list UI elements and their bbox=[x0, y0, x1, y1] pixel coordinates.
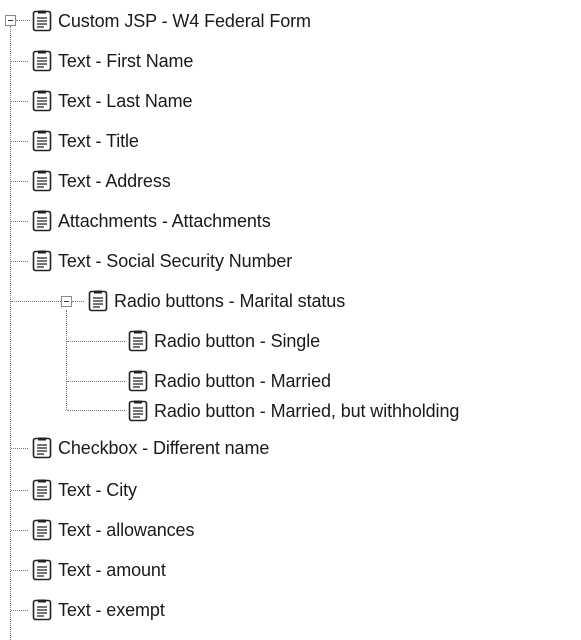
tree-connector bbox=[11, 221, 28, 222]
document-icon bbox=[128, 330, 148, 352]
tree-connector bbox=[72, 301, 84, 302]
document-icon bbox=[32, 437, 52, 459]
tree-node-label: Attachments - Attachments bbox=[58, 211, 271, 231]
tree-node-label: Text - Title bbox=[58, 131, 139, 151]
tree-connector bbox=[11, 141, 28, 142]
tree-connector bbox=[67, 341, 125, 342]
tree-connector bbox=[67, 381, 125, 382]
tree-connector bbox=[11, 101, 28, 102]
tree-connector bbox=[11, 181, 28, 182]
tree-node-radio-group[interactable]: Radio buttons - Marital status bbox=[88, 288, 345, 314]
tree-node-label: Text - City bbox=[58, 480, 137, 500]
tree-node[interactable]: Radio button - Married bbox=[128, 368, 331, 394]
tree-connector bbox=[11, 261, 28, 262]
tree-node[interactable]: Text - allowances bbox=[32, 517, 194, 543]
tree-node-label: Text - First Name bbox=[58, 51, 194, 71]
tree-node[interactable]: Checkbox - Different name bbox=[32, 435, 269, 461]
tree-node-label: Text - Social Security Number bbox=[58, 251, 293, 271]
tree-node-root[interactable]: Custom JSP - W4 Federal Form bbox=[32, 8, 311, 34]
tree-node-label: Text - amount bbox=[58, 560, 166, 580]
tree-connector bbox=[11, 530, 28, 531]
document-icon bbox=[32, 90, 52, 112]
document-icon bbox=[32, 599, 52, 621]
tree-node[interactable]: Text - exempt bbox=[32, 597, 165, 623]
tree-node-label: Text - allowances bbox=[58, 520, 195, 540]
tree-node[interactable]: Text - Title bbox=[32, 128, 139, 154]
tree-connector bbox=[11, 570, 28, 571]
tree-node[interactable]: Text - First Name bbox=[32, 48, 193, 74]
document-icon bbox=[32, 210, 52, 232]
tree-connector bbox=[10, 26, 11, 640]
tree-connector bbox=[11, 610, 28, 611]
tree-node-label: Custom JSP - W4 Federal Form bbox=[58, 11, 311, 31]
tree-node[interactable]: Text - City bbox=[32, 477, 137, 503]
tree-node-label: Radio button - Married, but withholding bbox=[154, 401, 460, 421]
tree-node[interactable]: Radio button - Single bbox=[128, 328, 320, 354]
document-icon bbox=[32, 170, 52, 192]
tree-node[interactable]: Attachments - Attachments bbox=[32, 208, 271, 234]
collapse-toggle-icon[interactable] bbox=[5, 15, 16, 26]
tree-node[interactable]: Radio button - Married, but withholding bbox=[128, 398, 459, 424]
document-icon bbox=[32, 50, 52, 72]
tree-node[interactable]: Text - Address bbox=[32, 168, 171, 194]
tree-node[interactable]: Text - Last Name bbox=[32, 88, 193, 114]
tree-connector bbox=[11, 301, 61, 302]
tree-node-label: Radio button - Single bbox=[154, 331, 321, 351]
tree-connector bbox=[66, 310, 67, 410]
form-tree: Custom JSP - W4 Federal Form Text - Firs… bbox=[0, 0, 581, 640]
tree-node-label: Text - Address bbox=[58, 171, 171, 191]
tree-node-label: Text - Last Name bbox=[58, 91, 193, 111]
tree-node[interactable]: Text - Social Security Number bbox=[32, 248, 292, 274]
document-icon bbox=[32, 250, 52, 272]
document-icon bbox=[88, 290, 108, 312]
tree-connector bbox=[11, 61, 28, 62]
tree-connector bbox=[11, 490, 28, 491]
tree-connector bbox=[11, 448, 28, 449]
tree-node[interactable]: Text - amount bbox=[32, 557, 166, 583]
tree-node-label: Checkbox - Different name bbox=[58, 438, 270, 458]
document-icon bbox=[128, 400, 148, 422]
collapse-toggle-icon[interactable] bbox=[61, 296, 72, 307]
document-icon bbox=[32, 519, 52, 541]
tree-connector bbox=[67, 410, 125, 411]
tree-connector bbox=[16, 20, 30, 21]
document-icon bbox=[32, 559, 52, 581]
document-icon bbox=[32, 479, 52, 501]
tree-node-label: Text - exempt bbox=[58, 600, 165, 620]
tree-node-label: Radio button - Married bbox=[154, 371, 331, 391]
document-icon bbox=[32, 10, 52, 32]
document-icon bbox=[32, 130, 52, 152]
tree-node-label: Radio buttons - Marital status bbox=[114, 291, 346, 311]
document-icon bbox=[128, 370, 148, 392]
